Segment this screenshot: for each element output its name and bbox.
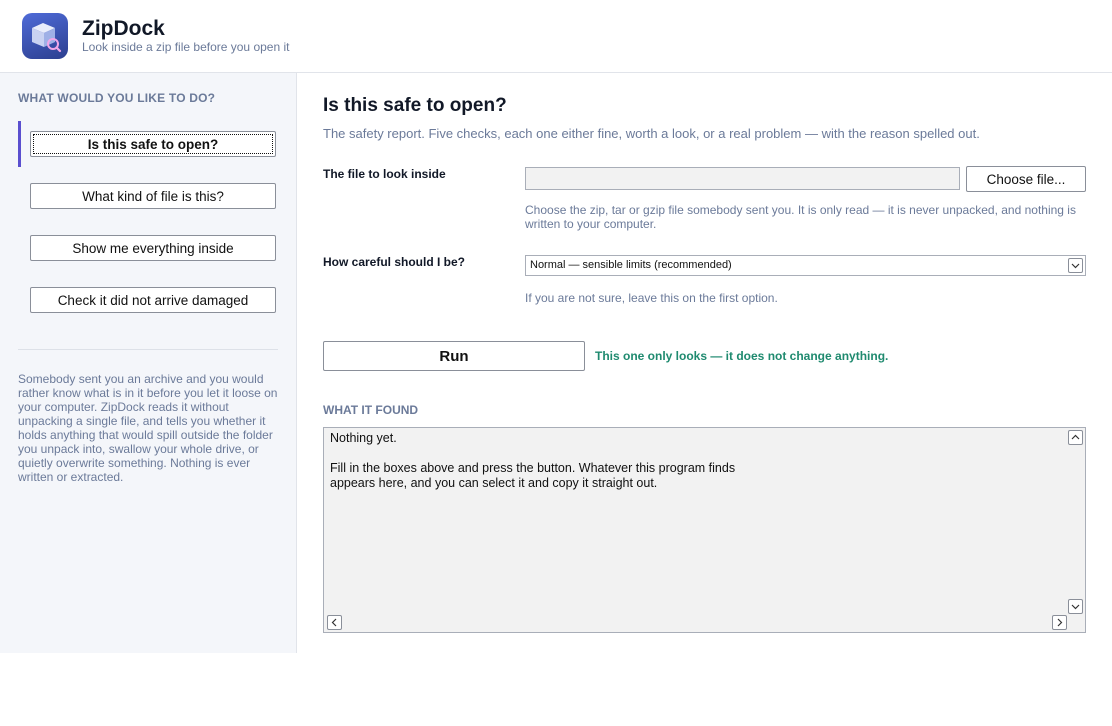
page-subtitle: The safety report. Five checks, each one… (323, 126, 980, 141)
output-text: Nothing yet. Fill in the boxes above and… (330, 431, 736, 490)
output-textarea[interactable]: Nothing yet. Fill in the boxes above and… (323, 427, 1086, 633)
scroll-down-icon[interactable] (1068, 599, 1083, 614)
run-note: This one only looks — it does not change… (595, 349, 889, 363)
care-level-label: How careful should I be? (323, 255, 466, 269)
scroll-left-icon[interactable] (327, 615, 342, 630)
sidebar-item-label: Check it did not arrive damaged (57, 292, 249, 308)
scroll-right-icon[interactable] (1052, 615, 1067, 630)
care-level-selected: Normal — sensible limits (recommended) (530, 259, 732, 271)
app-title: ZipDock (82, 17, 165, 40)
sidebar-item-label: What kind of file is this? (82, 188, 224, 204)
sidebar-item-safety-check[interactable]: Is this safe to open? (30, 131, 276, 157)
sidebar-description: Somebody sent you an archive and you wou… (18, 372, 278, 484)
sidebar-heading: WHAT WOULD YOU LIKE TO DO? (18, 91, 216, 105)
care-level-select[interactable]: Normal — sensible limits (recommended) (525, 255, 1086, 276)
output-heading: WHAT IT FOUND (323, 403, 419, 417)
sidebar-item-label: Show me everything inside (72, 240, 234, 256)
care-level-hint: If you are not sure, leave this on the f… (525, 291, 778, 305)
focus-ring (33, 134, 273, 154)
scroll-up-icon[interactable] (1068, 430, 1083, 445)
package-magnifier-icon (22, 13, 68, 59)
app-tagline: Look inside a zip file before you open i… (82, 40, 290, 54)
sidebar-item-list-contents[interactable]: Show me everything inside (30, 235, 276, 261)
run-button[interactable]: Run (323, 341, 585, 371)
choose-file-button[interactable]: Choose file... (966, 166, 1086, 192)
app-header: ZipDock Look inside a zip file before yo… (0, 0, 1112, 73)
file-field-label: The file to look inside (323, 167, 446, 181)
sidebar-item-integrity-check[interactable]: Check it did not arrive damaged (30, 287, 276, 313)
sidebar-divider (18, 349, 278, 350)
page-title: Is this safe to open? (323, 95, 507, 116)
active-indicator (18, 121, 21, 167)
file-field-hint: Choose the zip, tar or gzip file somebod… (525, 203, 1076, 231)
file-path-input[interactable] (525, 167, 960, 190)
sidebar: WHAT WOULD YOU LIKE TO DO? Is this safe … (0, 73, 297, 653)
chevron-down-icon[interactable] (1068, 258, 1083, 273)
sidebar-item-file-type[interactable]: What kind of file is this? (30, 183, 276, 209)
